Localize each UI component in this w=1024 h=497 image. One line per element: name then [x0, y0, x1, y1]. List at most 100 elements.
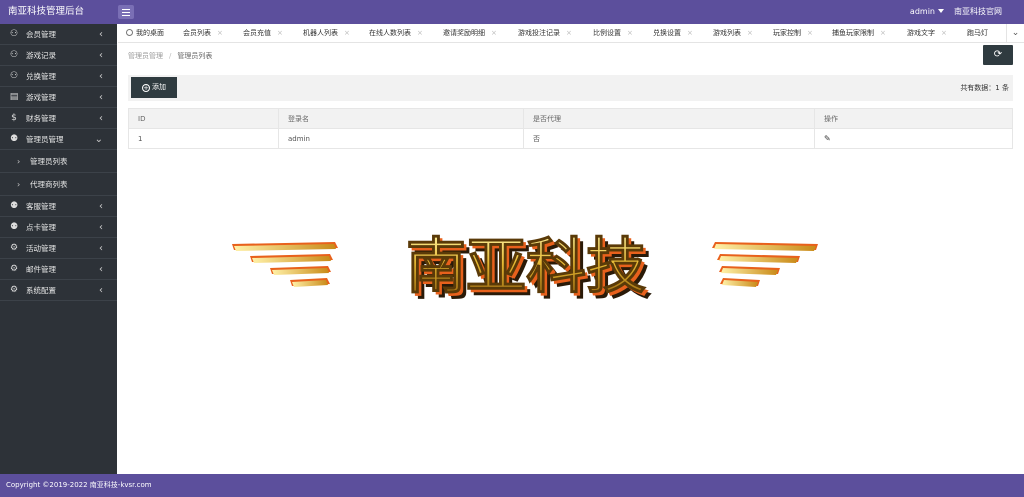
sidebar-item-label: 客服管理: [26, 202, 56, 211]
close-icon[interactable]: ×: [417, 29, 423, 37]
tab-label: 跑马灯: [967, 29, 988, 37]
tab-desktop[interactable]: 我的桌面: [126, 24, 164, 42]
sidebar-item-game-record[interactable]: ⚇ 游戏记录 ‹: [0, 45, 117, 66]
sidebar-item-label: 系统配置: [26, 286, 56, 295]
sidebar-subitem-admin-list[interactable]: › 管理员列表: [0, 150, 117, 173]
tab-label: 游戏文字: [907, 29, 935, 37]
sidebar-subitem-agent-list[interactable]: › 代理商列表: [0, 173, 117, 196]
tab-marquee[interactable]: 跑马灯: [967, 24, 988, 42]
close-icon[interactable]: ×: [941, 29, 947, 37]
right-wing: [712, 242, 818, 287]
logo-text: 南亚科技: [406, 232, 646, 302]
site-link[interactable]: 南亚科技官网: [954, 0, 1002, 24]
top-bar: 南亚科技管理后台 admin 南亚科技官网: [0, 0, 1024, 24]
add-button-label: 添加: [152, 83, 166, 91]
user-name[interactable]: admin: [910, 7, 935, 16]
sidebar-item-label: 管理员管理: [26, 135, 64, 144]
sidebar-item-activity[interactable]: ⚙ 活动管理 ‹: [0, 238, 117, 259]
breadcrumb-current: 管理员列表: [177, 52, 213, 60]
breadcrumb-parent[interactable]: 管理员管理: [128, 52, 163, 60]
sidebar-item-mail[interactable]: ⚙ 邮件管理 ‹: [0, 259, 117, 280]
sidebar: ⚇ 会员管理 ‹ ⚇ 游戏记录 ‹ ⚇ 兑换管理 ‹ ▤ 游戏管理 ‹ $ 财务管理 ‹ ⚉ 管理员管…: [0, 24, 117, 474]
tab-label: 比例设置: [593, 29, 621, 37]
close-icon[interactable]: ×: [344, 29, 350, 37]
chevron-left-icon: ‹: [99, 113, 103, 124]
edit-icon[interactable]: ✎: [824, 134, 831, 143]
tab-invite-reward[interactable]: 邀请奖励明细 ×: [443, 24, 497, 42]
chevron-down-icon[interactable]: ⌄: [1006, 24, 1024, 42]
sidebar-item-admin[interactable]: ⚉ 管理员管理 ⌄: [0, 129, 117, 150]
users-icon: ⚉: [9, 134, 19, 144]
toolbar: + 添加 共有数据：1 条: [128, 75, 1013, 101]
tab-game-list[interactable]: 游戏列表 ×: [713, 24, 753, 42]
chevron-down-icon: ⌄: [94, 134, 103, 145]
chevron-left-icon: ‹: [99, 264, 103, 275]
user-icon: ⚇: [9, 71, 19, 81]
tab-member-list[interactable]: 会员列表 ×: [183, 24, 223, 42]
sidebar-item-exchange[interactable]: ⚇ 兑换管理 ‹: [0, 66, 117, 87]
tab-ratio-settings[interactable]: 比例设置 ×: [593, 24, 633, 42]
admin-table: ID 登录名 是否代理 操作 1 admin 否 ✎: [128, 108, 1013, 149]
cell-is-agent: 否: [523, 128, 815, 149]
settings-icon: ⚙: [9, 264, 19, 274]
tab-player-control[interactable]: 玩家控制 ×: [773, 24, 813, 42]
refresh-button[interactable]: ⟳: [983, 45, 1013, 65]
close-icon[interactable]: ×: [687, 29, 693, 37]
close-icon[interactable]: ×: [627, 29, 633, 37]
tab-online-list[interactable]: 在线人数列表 ×: [369, 24, 423, 42]
table-row: 1 admin 否 ✎: [128, 128, 1013, 149]
add-button[interactable]: + 添加: [131, 77, 177, 98]
sidebar-item-label: 财务管理: [26, 114, 56, 123]
sidebar-item-label: 活动管理: [26, 244, 56, 253]
settings-icon: ⚙: [9, 285, 19, 295]
tab-robot-list[interactable]: 机器人列表 ×: [303, 24, 350, 42]
close-icon[interactable]: ×: [880, 29, 886, 37]
cell-actions: ✎: [814, 128, 1013, 149]
user-menu[interactable]: admin: [910, 0, 944, 24]
sidebar-item-member[interactable]: ⚇ 会员管理 ‹: [0, 24, 117, 45]
table-header-row: ID 登录名 是否代理 操作: [128, 108, 1013, 129]
tab-exchange-settings[interactable]: 兑换设置 ×: [653, 24, 693, 42]
column-header: 操作: [814, 108, 1013, 129]
cell-login: admin: [278, 128, 524, 149]
tab-fishing-limit[interactable]: 捕鱼玩家限制 ×: [832, 24, 886, 42]
close-icon[interactable]: ×: [277, 29, 283, 37]
close-icon[interactable]: ×: [807, 29, 813, 37]
column-header: ID: [128, 108, 279, 129]
tab-game-text[interactable]: 游戏文字 ×: [907, 24, 947, 42]
sidebar-item-service[interactable]: ⚉ 客服管理 ‹: [0, 196, 117, 217]
tab-bar: 我的桌面 会员列表 × 会员充值 × 机器人列表 × 在线人数列表 × 邀请奖励明细 × …: [118, 24, 1024, 43]
chevron-left-icon: ‹: [99, 50, 103, 61]
close-icon[interactable]: ×: [217, 29, 223, 37]
sidebar-item-card[interactable]: ⚉ 点卡管理 ‹: [0, 217, 117, 238]
tab-label: 兑换设置: [653, 29, 681, 37]
column-header: 是否代理: [523, 108, 815, 129]
tab-label: 我的桌面: [136, 29, 164, 37]
close-icon[interactable]: ×: [747, 29, 753, 37]
tab-member-recharge[interactable]: 会员充值 ×: [243, 24, 283, 42]
column-header: 登录名: [278, 108, 524, 129]
sidebar-item-label: 会员管理: [26, 30, 56, 39]
left-wing: [232, 242, 338, 287]
tab-label: 会员列表: [183, 29, 211, 37]
sidebar-item-finance[interactable]: $ 财务管理 ‹: [0, 108, 117, 129]
arrow-right-icon: ›: [17, 180, 21, 189]
sidebar-item-game[interactable]: ▤ 游戏管理 ‹: [0, 87, 117, 108]
chevron-left-icon: ‹: [99, 92, 103, 103]
sidebar-item-system[interactable]: ⚙ 系统配置 ‹: [0, 280, 117, 301]
cell-id: 1: [128, 128, 279, 149]
users-icon: ⚉: [9, 222, 19, 232]
menu-toggle-button[interactable]: [118, 5, 134, 19]
chevron-left-icon: ‹: [99, 29, 103, 40]
total-count: 共有数据：1 条: [960, 84, 1009, 92]
arrow-right-icon: ›: [17, 157, 21, 166]
close-icon[interactable]: ×: [491, 29, 497, 37]
sidebar-item-label: 邮件管理: [26, 265, 56, 274]
users-icon: ⚉: [9, 201, 19, 211]
sidebar-item-label: 游戏管理: [26, 93, 56, 102]
tab-bet-record[interactable]: 游戏投注记录 ×: [518, 24, 572, 42]
chevron-left-icon: ‹: [99, 222, 103, 233]
close-icon[interactable]: ×: [566, 29, 572, 37]
main-content: 管理员管理 / 管理员列表 ⟳ + 添加 共有数据：1 条 ID 登录名 是否代理 操…: [118, 44, 1024, 474]
chevron-left-icon: ‹: [99, 285, 103, 296]
